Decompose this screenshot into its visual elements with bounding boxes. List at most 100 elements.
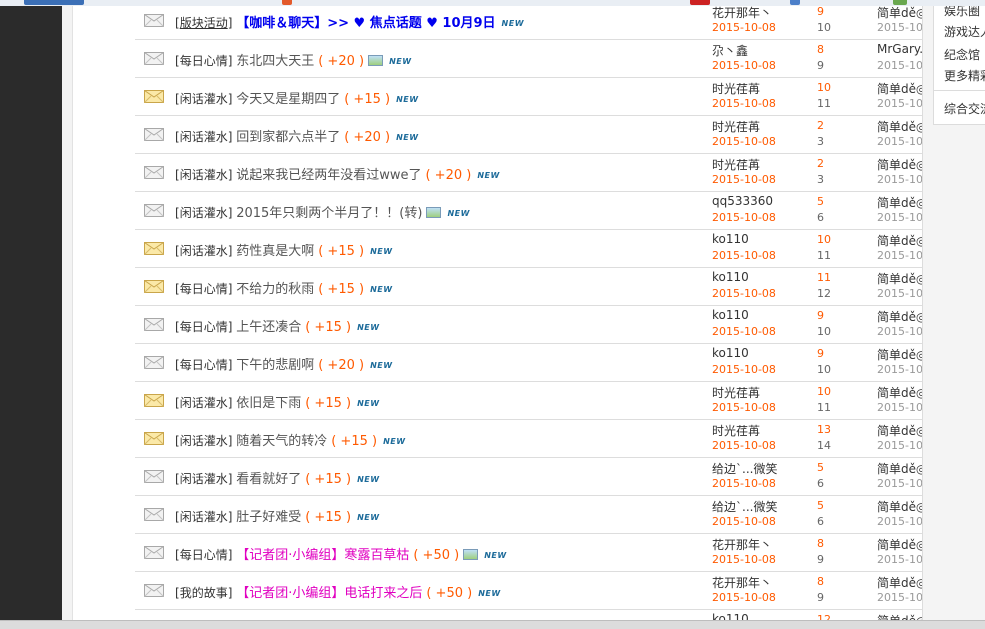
sidebar-item-general[interactable]: 综合交流	[944, 100, 985, 117]
thread-subject-link[interactable]: 不给力的秋雨	[236, 282, 314, 297]
thread-subject-link[interactable]: 药性真是大啊	[236, 244, 314, 259]
thread-author-link[interactable]: 花开那年丶	[712, 536, 772, 553]
sidebar-item-memorial[interactable]: 纪念馆	[944, 46, 980, 63]
envelope-icon[interactable]	[144, 128, 164, 141]
category-label[interactable]: 闲话灌水	[180, 472, 228, 486]
last-post-time[interactable]: 2015-10-08 20:58	[877, 173, 922, 186]
thread-author-link[interactable]: 时光荏苒	[712, 118, 760, 135]
last-post-time[interactable]: 2015-10-08 20:57	[877, 249, 922, 262]
last-post-time[interactable]: 2015-10-08 20:53	[877, 477, 922, 490]
last-post-time[interactable]: 2015-10-08 20:56	[877, 287, 922, 300]
last-post-time[interactable]: 2015-10-08 20:55	[877, 401, 922, 414]
last-post-time[interactable]: 2015-10-08 20:54	[877, 439, 922, 452]
thread-author-link[interactable]: 时光荏苒	[712, 80, 760, 97]
category-label[interactable]: 闲话灌水	[180, 244, 228, 258]
thread-row[interactable]: [版块活动] 【咖啡＆聊天】>> ♥ 焦点话题 ♥ 10月9日 NEW 花开那年丶 2…	[135, 6, 922, 40]
thread-row[interactable]: [每日心情] 下午的悲剧啊 ( +20 ) NEW ko110 2015-10-08 9 1…	[135, 344, 922, 382]
thread-category[interactable]: [我的故事]	[175, 586, 236, 600]
bookmark-icon[interactable]	[893, 0, 907, 5]
thread-subject-link[interactable]: 回到家都六点半了	[236, 130, 340, 145]
thread-category[interactable]: [每日心情]	[175, 282, 236, 296]
thread-subject-link[interactable]: 【咖啡＆聊天】>> ♥ 焦点话题 ♥ 10月9日	[236, 16, 495, 31]
category-label[interactable]: 每日心情	[180, 54, 228, 68]
last-poster-link[interactable]: 简单dě◎后	[877, 612, 922, 620]
last-poster-link[interactable]: 简单dě◎后	[877, 498, 922, 515]
last-post-time[interactable]: 2015-10-10 07:07	[877, 21, 922, 34]
category-label[interactable]: 闲话灌水	[180, 434, 228, 448]
thread-category[interactable]: [闲话灌水]	[175, 92, 236, 106]
thread-row[interactable]: [闲话灌水] 今天又是星期四了 ( +15 ) NEW 时光荏苒 2015-10-08 1…	[135, 78, 922, 116]
thread-author-link[interactable]: ko110	[712, 346, 749, 360]
thread-author-link[interactable]: 时光荏苒	[712, 422, 760, 439]
thread-category[interactable]: [每日心情]	[175, 320, 236, 334]
thread-category[interactable]: [每日心情]	[175, 548, 236, 562]
thread-subject-link[interactable]: 依旧是下雨	[236, 396, 301, 411]
category-label[interactable]: 每日心情	[180, 282, 228, 296]
thread-subject-link[interactable]: 【记者团·小编组】电话打来之后	[236, 586, 422, 601]
bookmark-icon[interactable]	[690, 0, 710, 5]
thread-row[interactable]: [每日心情] 上午还凑合 ( +15 ) NEW ko110 2015-10-08 9 10…	[135, 306, 922, 344]
thread-subject-link[interactable]: 东北四大天王	[236, 54, 314, 69]
bookmark-icon[interactable]	[282, 0, 292, 5]
thread-category[interactable]: [每日心情]	[175, 358, 236, 372]
thread-author-link[interactable]: 花开那年丶	[712, 574, 772, 591]
thread-row[interactable]: [闲话灌水] 说起来我已经两年没看过wwe了( +20 ) NEW 时光荏苒 2015…	[135, 154, 922, 192]
thread-category[interactable]: [版块活动]	[175, 16, 236, 30]
thread-subject-link[interactable]: 看看就好了	[236, 472, 301, 487]
thread-category[interactable]: [闲话灌水]	[175, 168, 236, 182]
open-envelope-icon[interactable]	[144, 242, 164, 255]
envelope-icon[interactable]	[144, 204, 164, 217]
thread-author-link[interactable]: 给边`...微笑	[712, 498, 777, 515]
envelope-icon[interactable]	[144, 508, 164, 521]
last-post-time[interactable]: 2015-10-08 20:55	[877, 363, 922, 376]
last-post-time[interactable]: 2015-10-08 20:59	[877, 97, 922, 110]
envelope-icon[interactable]	[144, 14, 164, 27]
last-post-time[interactable]: 2015-10-08 20:51	[877, 591, 922, 604]
last-post-time[interactable]: 2015-10-08 20:58	[877, 211, 922, 224]
thread-category[interactable]: [闲话灌水]	[175, 510, 236, 524]
last-poster-link[interactable]: 简单dě◎后	[877, 80, 922, 97]
open-envelope-icon[interactable]	[144, 432, 164, 445]
open-envelope-icon[interactable]	[144, 280, 164, 293]
open-envelope-icon[interactable]	[144, 90, 164, 103]
thread-row[interactable]: [我的故事] 【记者团·小编组】电话打来之后( +50 ) NEW 花开那年丶 201…	[135, 572, 922, 610]
last-poster-link[interactable]: 简单dě◎后	[877, 536, 922, 553]
thread-subject-link[interactable]: 【记者团·小编组】寒露百草枯	[236, 548, 409, 563]
thread-row[interactable]: [闲话灌水] 回到家都六点半了 ( +20 ) NEW 时光荏苒 2015-10-08 2…	[135, 116, 922, 154]
last-poster-link[interactable]: 简单dě◎后	[877, 232, 922, 249]
thread-author-link[interactable]: 尕丶鑫	[712, 42, 748, 59]
category-label[interactable]: 闲话灌水	[180, 130, 228, 144]
thread-row[interactable]: [闲话灌水] 2015年只剩两个半月了！！(转) NEW qq533360 2015-…	[135, 192, 922, 230]
category-label[interactable]: 闲话灌水	[180, 92, 228, 106]
thread-category[interactable]: [闲话灌水]	[175, 396, 236, 410]
thread-author-link[interactable]: ko110	[712, 308, 749, 322]
thread-category[interactable]: [闲话灌水]	[175, 472, 236, 486]
thread-row[interactable]: [闲话灌水] 随着天气的转冷 ( +15 ) NEW 时光荏苒 2015-10-08 13…	[135, 420, 922, 458]
bookmark-tab[interactable]	[24, 0, 84, 5]
thread-category[interactable]: [闲话灌水]	[175, 206, 236, 220]
open-envelope-icon[interactable]	[144, 394, 164, 407]
category-label[interactable]: 我的故事	[180, 586, 228, 600]
last-post-time[interactable]: 2015-10-08 20:59	[877, 135, 922, 148]
thread-author-link[interactable]: qq533360	[712, 194, 773, 208]
thread-author-link[interactable]: 给边`...微笑	[712, 460, 777, 477]
category-label[interactable]: 闲话灌水	[180, 396, 228, 410]
thread-row[interactable]: [闲话灌水] 依旧是下雨 ( +15 ) NEW 时光荏苒 2015-10-08 10 11…	[135, 382, 922, 420]
thread-author-link[interactable]: 花开那年丶	[712, 6, 772, 21]
envelope-icon[interactable]	[144, 356, 164, 369]
thread-category[interactable]: [闲话灌水]	[175, 434, 236, 448]
last-poster-link[interactable]: 简单dě◎后	[877, 422, 922, 439]
last-poster-link[interactable]: 简单dě◎后	[877, 156, 922, 173]
last-poster-link[interactable]: 简单dě◎后	[877, 194, 922, 211]
thread-author-link[interactable]: ko110	[712, 270, 749, 284]
envelope-icon[interactable]	[144, 52, 164, 65]
thread-subject-link[interactable]: 下午的悲剧啊	[236, 358, 314, 373]
thread-subject-link[interactable]: 说起来我已经两年没看过wwe了	[236, 168, 421, 183]
last-post-time[interactable]: 2015-10-08 20:52	[877, 515, 922, 528]
category-label[interactable]: 每日心情	[180, 320, 228, 334]
thread-author-link[interactable]: 时光荏苒	[712, 384, 760, 401]
category-label[interactable]: 闲话灌水	[180, 168, 228, 182]
envelope-icon[interactable]	[144, 584, 164, 597]
category-label[interactable]: 闲话灌水	[180, 206, 228, 220]
thread-subject-link[interactable]: 2015年只剩两个半月了！！(转)	[236, 206, 422, 221]
